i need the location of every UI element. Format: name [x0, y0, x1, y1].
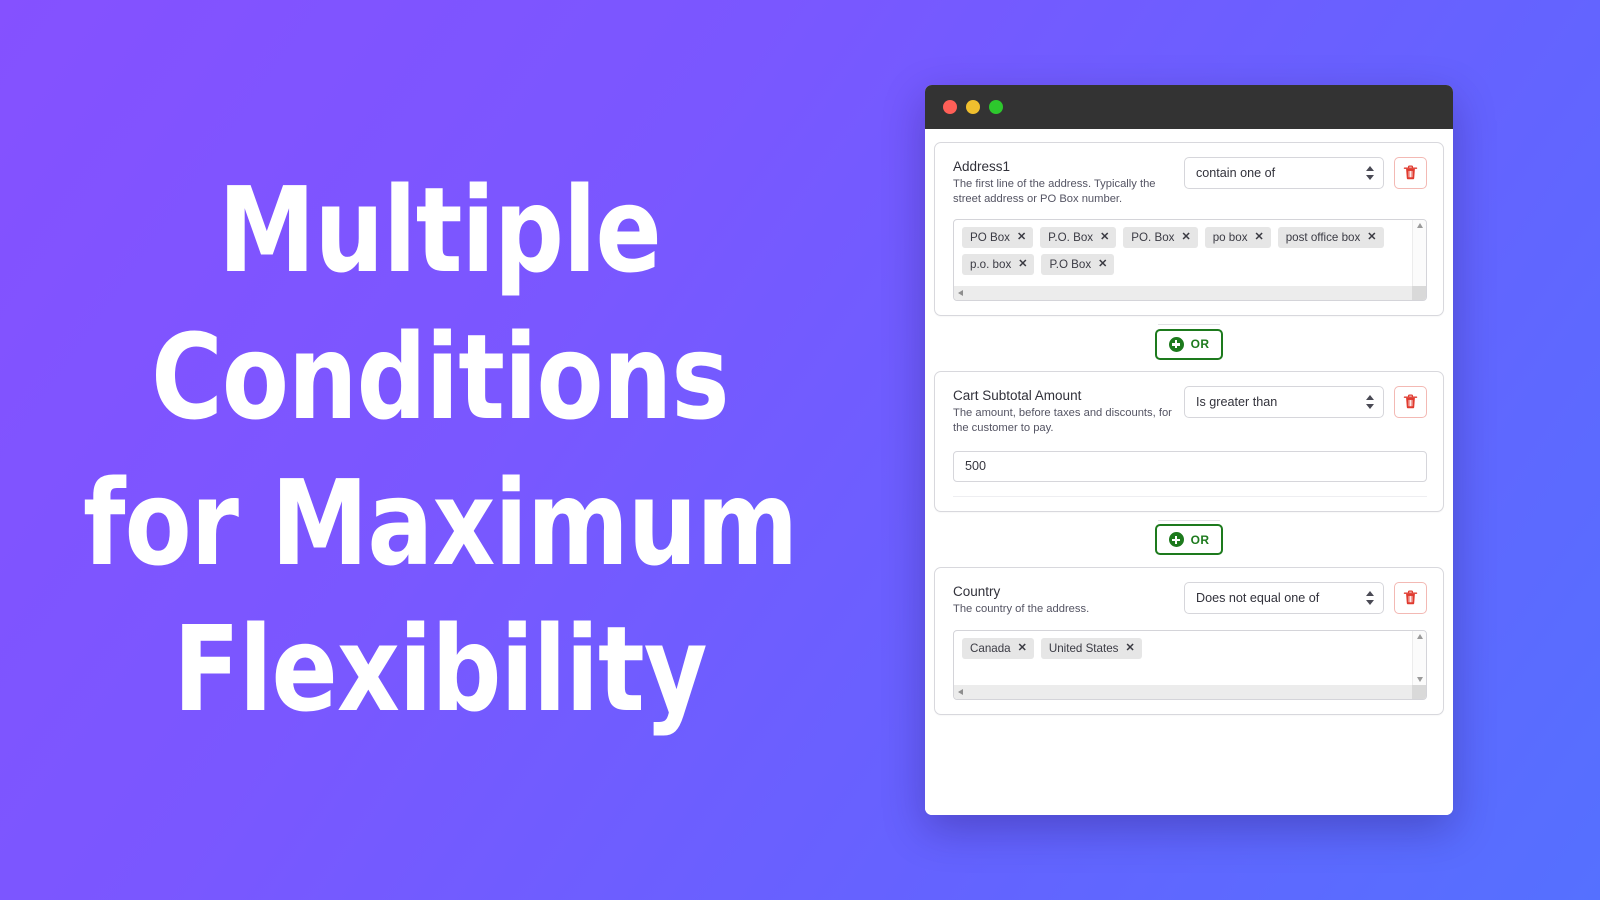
vertical-scrollbar[interactable]	[1412, 220, 1426, 287]
condition-field-description: The amount, before taxes and discounts, …	[953, 407, 1172, 435]
operator-select-value: Is greater than	[1196, 395, 1278, 410]
tag-input-country[interactable]: Canada ✕ United States ✕	[953, 629, 1427, 700]
remove-tag-icon[interactable]: ✕	[1181, 232, 1190, 243]
trash-icon	[1403, 165, 1418, 180]
headline-line-3: for Maximum	[82, 454, 798, 592]
browser-window-mockup: Address1 The first line of the address. …	[925, 85, 1453, 815]
chevron-updown-icon	[1366, 395, 1374, 410]
tag-chip[interactable]: PO Box ✕	[962, 227, 1034, 249]
delete-condition-button-address1[interactable]	[1394, 157, 1427, 189]
operator-select-country[interactable]: Does not equal one of	[1184, 581, 1384, 614]
hero-headline: Multiple Conditions for Maximum Flexibil…	[0, 0, 900, 900]
condition-field-name: Address1	[953, 159, 1011, 174]
scroll-down-icon[interactable]	[1416, 676, 1423, 682]
trash-icon	[1403, 590, 1418, 605]
card-divider	[953, 495, 1427, 497]
condition-card-country: Country The country of the address. Does…	[934, 566, 1444, 715]
scrollbar-corner	[1412, 286, 1426, 301]
minimize-window-icon[interactable]	[966, 100, 980, 114]
remove-tag-icon[interactable]: ✕	[1100, 232, 1109, 243]
remove-tag-icon[interactable]: ✕	[1125, 642, 1134, 654]
operator-select-value: Does not equal one of	[1196, 590, 1320, 605]
tag-chip[interactable]: United States ✕	[1040, 637, 1142, 659]
tag-label: Canada	[970, 641, 1011, 655]
plus-circle-icon	[1168, 532, 1184, 548]
operator-select-address1[interactable]: contain one of	[1184, 157, 1384, 189]
maximize-window-icon[interactable]	[989, 100, 1003, 114]
or-button-label: OR	[1190, 532, 1210, 547]
scroll-left-icon[interactable]	[958, 290, 963, 297]
tag-label: p.o. box	[970, 258, 1012, 272]
scroll-up-icon[interactable]	[1416, 633, 1423, 639]
or-separator-2: OR	[934, 522, 1444, 558]
tag-label: PO Box	[970, 231, 1010, 245]
tag-chip[interactable]: PO. Box ✕	[1123, 227, 1198, 249]
add-or-condition-button-2[interactable]: OR	[1154, 524, 1224, 556]
tag-label: P.O. Box	[1048, 231, 1094, 245]
remove-tag-icon[interactable]: ✕	[1255, 232, 1264, 243]
tag-list: Canada ✕ United States ✕	[954, 631, 1412, 685]
scroll-left-icon[interactable]	[958, 688, 963, 695]
condition-field-name: Cart Subtotal Amount	[953, 388, 1082, 404]
operator-select-cart-subtotal[interactable]: Is greater than	[1184, 386, 1384, 419]
tag-label: post office box	[1285, 231, 1361, 245]
or-separator-1: OR	[934, 326, 1444, 362]
tag-chip[interactable]: p.o. box ✕	[962, 254, 1035, 276]
close-window-icon[interactable]	[943, 100, 957, 114]
tag-chip[interactable]: Canada ✕	[962, 637, 1034, 659]
condition-header: Cart Subtotal Amount The amount, before …	[953, 386, 1427, 435]
add-or-condition-button-1[interactable]: OR	[1154, 328, 1224, 360]
condition-card-address1: Address1 The first line of the address. …	[934, 142, 1444, 317]
tag-chip[interactable]: po box ✕	[1204, 227, 1271, 249]
delete-condition-button-cart-subtotal[interactable]	[1394, 386, 1427, 419]
scroll-up-icon[interactable]	[1416, 223, 1423, 229]
tag-chip[interactable]: post office box ✕	[1277, 227, 1384, 249]
tag-input-address1[interactable]: PO Box ✕ P.O. Box ✕ PO. Box ✕ po box ✕ post …	[953, 219, 1427, 302]
condition-field-info: Cart Subtotal Amount The amount, before …	[953, 386, 1174, 435]
tag-label: po box	[1212, 231, 1248, 245]
value-input-cart-subtotal[interactable]: 500	[953, 450, 1427, 482]
vertical-scrollbar[interactable]	[1412, 630, 1426, 685]
tag-label: United States	[1048, 641, 1119, 655]
headline-line-1: Multiple	[218, 161, 663, 300]
condition-header: Country The country of the address. Does…	[953, 581, 1427, 617]
chevron-updown-icon	[1366, 590, 1374, 605]
scrollbar-corner	[1412, 684, 1426, 699]
remove-tag-icon[interactable]: ✕	[1098, 259, 1107, 270]
condition-field-description: The first line of the address. Typically…	[953, 177, 1156, 205]
plus-circle-icon	[1168, 336, 1184, 352]
remove-tag-icon[interactable]: ✕	[1018, 259, 1027, 270]
tag-label: P.O Box	[1049, 258, 1092, 272]
chevron-updown-icon	[1366, 166, 1374, 180]
remove-tag-icon[interactable]: ✕	[1018, 642, 1027, 654]
tag-label: PO. Box	[1131, 231, 1175, 245]
or-button-label: OR	[1190, 337, 1210, 352]
value-input-text: 500	[965, 459, 987, 474]
window-titlebar	[925, 85, 1453, 129]
condition-field-description: The country of the address.	[953, 602, 1090, 615]
condition-card-cart-subtotal: Cart Subtotal Amount The amount, before …	[934, 371, 1444, 512]
condition-field-info: Country The country of the address.	[953, 582, 1174, 617]
tag-list: PO Box ✕ P.O. Box ✕ PO. Box ✕ po box ✕ post …	[954, 220, 1412, 286]
delete-condition-button-country[interactable]	[1394, 581, 1427, 614]
horizontal-scrollbar[interactable]	[954, 286, 1426, 301]
remove-tag-icon[interactable]: ✕	[1017, 232, 1026, 243]
condition-field-info: Address1 The first line of the address. …	[953, 157, 1174, 206]
horizontal-scrollbar[interactable]	[954, 684, 1426, 699]
headline-line-2: Conditions	[151, 307, 729, 446]
condition-header: Address1 The first line of the address. …	[953, 157, 1427, 206]
trash-icon	[1403, 394, 1418, 409]
tag-chip[interactable]: P.O. Box ✕	[1040, 227, 1117, 249]
condition-field-name: Country	[953, 583, 1001, 599]
tag-chip[interactable]: P.O Box ✕	[1041, 254, 1115, 276]
operator-select-value: contain one of	[1196, 166, 1276, 180]
conditions-builder: Address1 The first line of the address. …	[925, 129, 1453, 815]
headline-line-4: Flexibility	[173, 600, 707, 739]
remove-tag-icon[interactable]: ✕	[1367, 232, 1376, 243]
